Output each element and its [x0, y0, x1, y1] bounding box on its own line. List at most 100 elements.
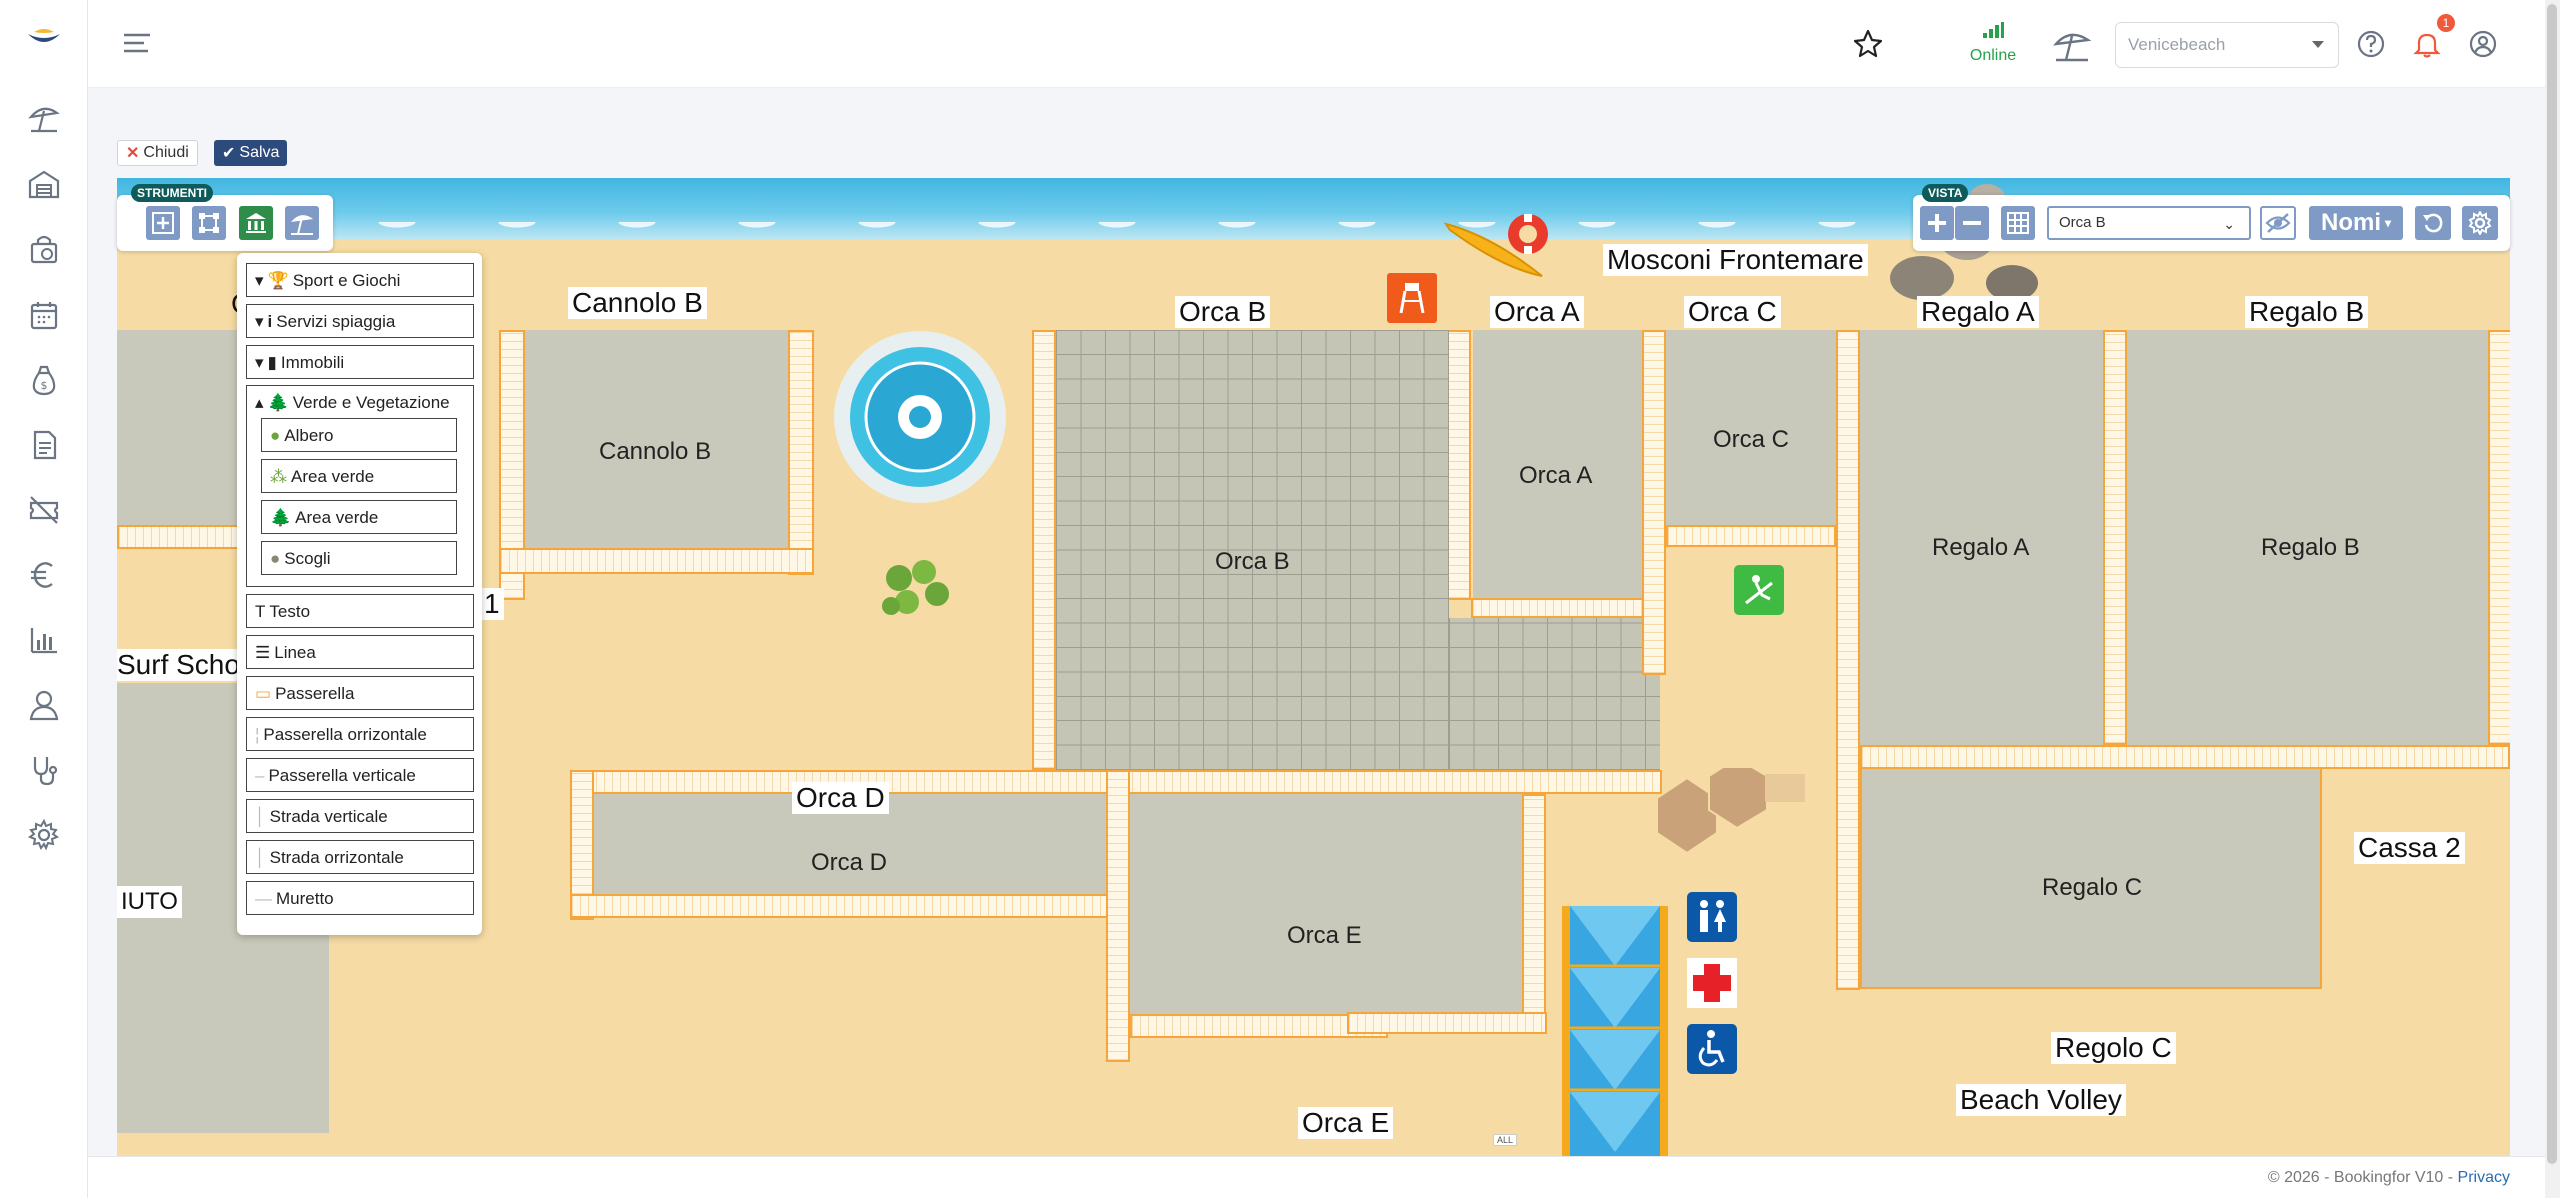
names-dropdown-button[interactable]: Nomi ▾	[2309, 206, 2403, 240]
sidebar-item-bag[interactable]	[24, 229, 64, 269]
map-label-regolo-c[interactable]: Regolo C	[2051, 1032, 2176, 1064]
walkway[interactable]	[1666, 525, 1836, 547]
map-settings-button[interactable]	[2462, 206, 2498, 240]
menu-item-buildings[interactable]: ▾ ▮ Immobili	[246, 345, 474, 379]
sidebar-item-settings[interactable]	[24, 815, 64, 855]
map-label-one[interactable]: 1	[480, 588, 504, 620]
restroom-icon[interactable]	[1687, 892, 1737, 942]
bell-icon[interactable]	[2411, 28, 2443, 60]
menu-item-walkway[interactable]: ▭ Passerella	[246, 676, 474, 710]
logo-icon[interactable]	[26, 28, 62, 50]
menu-item-walkway-vertical[interactable]: – Passerella verticale	[246, 758, 474, 792]
map-label-cannolo-b[interactable]: Cannolo B	[568, 287, 707, 319]
sidebar-item-money-bag[interactable]: $	[24, 360, 64, 400]
menu-item-sport[interactable]: ▾ 🏆 Sport e Giochi	[246, 263, 474, 297]
walkway[interactable]	[1471, 598, 1645, 618]
fountain-icon[interactable]	[833, 330, 1007, 504]
sidebar-item-umbrella[interactable]	[24, 98, 64, 138]
map-label-cassa-2[interactable]: Cassa 2	[2354, 832, 2465, 864]
save-button[interactable]: ✔ Salva	[214, 140, 288, 166]
zone-left-partial[interactable]	[117, 330, 242, 525]
sidebar-item-calendar[interactable]	[24, 295, 64, 335]
sidebar-item-building[interactable]	[24, 164, 64, 204]
walkway[interactable]	[1347, 1012, 1547, 1034]
walkway[interactable]	[1522, 794, 1546, 1034]
site-select[interactable]: Venicebeach	[2115, 22, 2339, 68]
walkway[interactable]	[788, 330, 814, 575]
walkway[interactable]	[1032, 330, 1056, 770]
walkway[interactable]	[2103, 330, 2127, 745]
add-element-button[interactable]	[146, 206, 180, 240]
playground-icon[interactable]	[1734, 565, 1784, 615]
walkway[interactable]	[2488, 330, 2510, 745]
scrollbar-thumb[interactable]	[2547, 4, 2557, 1164]
help-icon[interactable]	[2355, 28, 2387, 60]
first-aid-icon[interactable]	[1687, 958, 1737, 1008]
menu-subitem-rocks[interactable]: ● Scogli	[261, 541, 457, 575]
menu-subitem-green-area[interactable]: ⁂ Area verde	[261, 459, 457, 493]
menu-item-text[interactable]: T Testo	[246, 594, 474, 628]
reset-view-button[interactable]	[2415, 206, 2451, 240]
map-label-orca-d[interactable]: Orca D	[792, 782, 889, 814]
map-label-orca-b[interactable]: Orca B	[1175, 296, 1271, 328]
sidebar-item-user[interactable]	[24, 685, 64, 725]
menu-item-label: Albero	[284, 426, 334, 445]
menu-item-road-vertical[interactable]: │ Strada verticale	[246, 799, 474, 833]
map-label-orca-a[interactable]: Orca A	[1490, 296, 1584, 328]
sidebar-item-stats[interactable]	[24, 620, 64, 660]
tree-bush-icon[interactable]	[879, 558, 955, 620]
grid-toggle-button[interactable]	[2001, 206, 2035, 240]
walkway[interactable]	[1642, 330, 1666, 675]
menu-item-line[interactable]: ☰ Linea	[246, 635, 474, 669]
zone-select[interactable]: Orca B ⌄	[2047, 206, 2251, 240]
accessibility-icon[interactable]	[1687, 1024, 1737, 1074]
surfboard-lifebuoy-icon[interactable]	[1442, 206, 1562, 286]
map-label-orca-c[interactable]: Orca C	[1684, 296, 1781, 328]
map-label-orca-e[interactable]: Orca E	[1298, 1107, 1394, 1139]
walkway[interactable]	[1447, 330, 1471, 600]
umbrella-tool-button[interactable]	[285, 206, 319, 240]
walkway[interactable]	[1860, 745, 2510, 769]
lifeguard-tower-icon[interactable]	[1387, 273, 1437, 323]
map-label-surf-school[interactable]: Surf Scho	[117, 649, 244, 681]
map-label-mosconi[interactable]: Mosconi Frontemare	[1603, 244, 1868, 276]
map-label-beach-volley[interactable]: Beach Volley	[1956, 1084, 2126, 1116]
map-label-regalo-b[interactable]: Regalo B	[2245, 296, 2369, 328]
umbrella-icon[interactable]	[2052, 24, 2092, 64]
close-button[interactable]: ✕ Chiudi	[117, 140, 198, 166]
umbrella-cluster-icon[interactable]	[1637, 768, 1822, 878]
buildings-button[interactable]	[239, 206, 273, 240]
privacy-link[interactable]: Privacy	[2458, 1169, 2510, 1186]
sidebar-item-health[interactable]	[24, 750, 64, 790]
money-bag-icon: $	[32, 365, 56, 396]
menu-item-label: Scogli	[284, 549, 331, 568]
hamburger-menu-icon[interactable]	[122, 30, 152, 56]
text-icon: T	[255, 602, 266, 621]
zone-orca-e[interactable]	[1130, 794, 1522, 1014]
menu-subitem-tree[interactable]: ● Albero	[261, 418, 457, 452]
menu-item-walkway-horizontal[interactable]: ¦ Passerella orrizontale	[246, 717, 474, 751]
walkway[interactable]	[1106, 770, 1130, 1062]
menu-subitem-green-area-tree[interactable]: 🌲 Area verde	[261, 500, 457, 534]
sidebar-item-document[interactable]	[24, 425, 64, 465]
sidebar-item-no-ticket[interactable]	[24, 490, 64, 530]
map-label-iuto[interactable]: IUTO	[117, 886, 182, 918]
zone-orca-b-grid-extension[interactable]	[1449, 618, 1660, 770]
rock-icon: ●	[270, 549, 281, 568]
visibility-toggle-button[interactable]	[2260, 206, 2296, 240]
menu-item-services[interactable]: ▾ i Servizi spiaggia	[246, 304, 474, 338]
walkway[interactable]	[499, 548, 814, 574]
menu-item-wall[interactable]: — Muretto	[246, 881, 474, 915]
map-label-regalo-a[interactable]: Regalo A	[1917, 296, 2039, 328]
sidebar-item-euro[interactable]	[24, 555, 64, 595]
menu-item-green[interactable]: ▴ 🌲 Verde e Vegetazione	[255, 393, 450, 413]
menu-item-road-horizontal[interactable]: │ Strada orrizontale	[246, 840, 474, 874]
star-icon[interactable]	[1851, 27, 1885, 61]
user-circle-icon[interactable]	[2467, 28, 2499, 60]
zoom-in-button[interactable]	[1920, 206, 1954, 240]
select-area-button[interactable]	[192, 206, 226, 240]
walkway[interactable]	[570, 894, 1110, 918]
zoom-out-button[interactable]	[1955, 206, 1989, 240]
pool-structure[interactable]	[1562, 906, 1668, 1156]
walkway[interactable]	[1836, 330, 1860, 990]
